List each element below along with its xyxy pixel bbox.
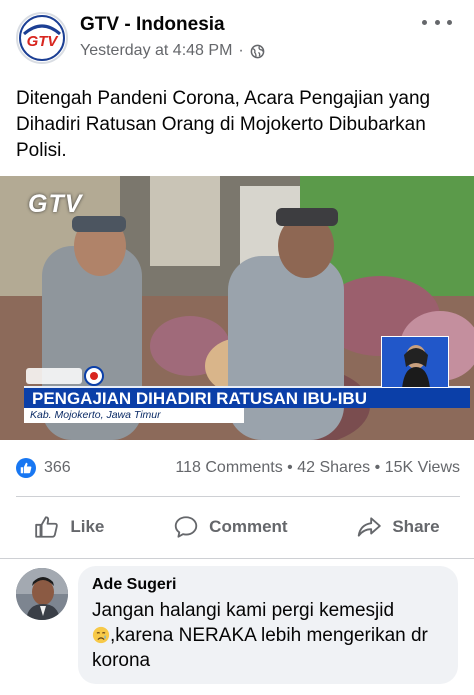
post-text: Ditengah Pandeni Corona, Acara Pengajian… bbox=[16, 88, 431, 161]
news-headline: PENGAJIAN DIHADIRI RATUSAN IBU-IBU bbox=[24, 386, 470, 408]
commenter-name[interactable]: Ade Sugeri bbox=[92, 576, 444, 594]
thumbs-up-icon bbox=[35, 516, 59, 538]
view-count: 15K Views bbox=[384, 459, 460, 476]
page-name[interactable]: GTV - Indonesia bbox=[80, 14, 225, 36]
reaction-summary[interactable]: 366 bbox=[16, 458, 71, 478]
globe-icon bbox=[250, 44, 265, 58]
avatar[interactable] bbox=[16, 568, 68, 620]
post-header: GTV GTV - Indonesia Yesterday at 4:48 PM… bbox=[0, 0, 474, 76]
dot-icon bbox=[447, 19, 452, 25]
post-meta: Yesterday at 4:48 PM · bbox=[80, 42, 265, 60]
comment-line-2: ,karena NERAKA lebih mengerikan dr koron… bbox=[92, 625, 428, 671]
comment-bubble-icon bbox=[174, 516, 198, 538]
like-label: Like bbox=[70, 517, 105, 536]
crying-face-emoji-icon bbox=[92, 626, 110, 644]
gtv-watermark: GTV bbox=[28, 190, 83, 218]
divider bbox=[0, 558, 474, 559]
comment-item: Ade Sugeri Jangan halangi kami pergi kem… bbox=[0, 566, 474, 686]
svg-text:GTV: GTV bbox=[27, 33, 60, 50]
news-logo-icon bbox=[26, 366, 104, 386]
sign-language-interpreter bbox=[381, 336, 449, 388]
comment-text: Jangan halangi kami pergi kemesjid ,kare… bbox=[92, 598, 444, 673]
like-reaction-icon bbox=[16, 458, 36, 478]
comment-button[interactable]: Comment bbox=[173, 514, 288, 540]
comment-line-1: Jangan halangi kami pergi kemesjid bbox=[92, 600, 395, 621]
page-avatar[interactable]: GTV bbox=[16, 12, 68, 64]
dot-icon bbox=[434, 19, 440, 25]
stats-dot: • bbox=[287, 459, 293, 476]
comment-bubble: Ade Sugeri Jangan halangi kami pergi kem… bbox=[78, 566, 458, 684]
more-options-button[interactable] bbox=[422, 12, 452, 32]
like-button[interactable]: Like bbox=[34, 514, 104, 540]
comment-label: Comment bbox=[209, 517, 288, 536]
post-stats: 366 118 Comments • 42 Shares • 15K Views bbox=[16, 455, 460, 481]
like-count: 366 bbox=[44, 459, 71, 476]
news-location: Kab. Mojokerto, Jawa Timur bbox=[24, 408, 244, 423]
share-label: Share bbox=[392, 517, 440, 536]
comment-count[interactable]: 118 Comments bbox=[175, 459, 282, 476]
meta-separator: · bbox=[238, 42, 244, 59]
engagement-counts: 118 Comments • 42 Shares • 15K Views bbox=[175, 459, 460, 477]
stats-dot: • bbox=[374, 459, 381, 476]
share-count[interactable]: 42 Shares bbox=[297, 459, 370, 476]
share-button[interactable]: Share bbox=[356, 514, 440, 540]
divider bbox=[16, 496, 460, 497]
post-actions: Like Comment Share bbox=[0, 505, 474, 549]
share-arrow-icon bbox=[358, 517, 382, 537]
dot-icon bbox=[422, 19, 427, 25]
post-timestamp[interactable]: Yesterday at 4:48 PM bbox=[80, 42, 232, 60]
